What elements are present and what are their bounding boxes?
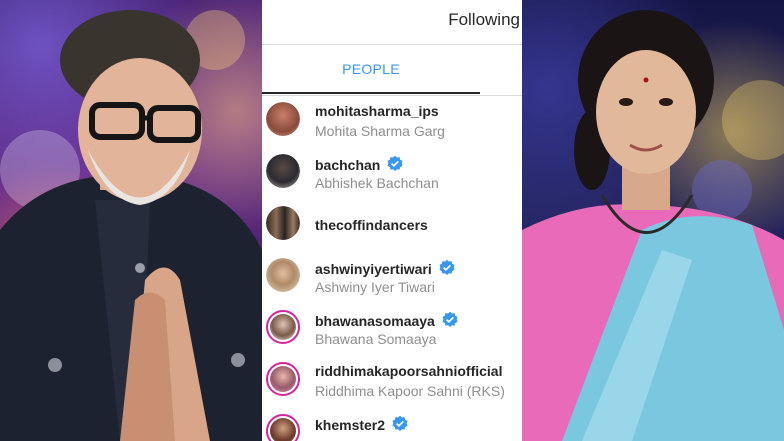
username[interactable]: mohitasharma_ips <box>315 103 439 119</box>
list-item[interactable]: thecoffindancers <box>262 199 522 251</box>
list-item[interactable]: khemster2 <box>262 407 522 441</box>
tab-people[interactable]: PEOPLE <box>262 45 480 94</box>
full-name: Riddhima Kapoor Sahni (RKS) <box>315 383 505 399</box>
username[interactable]: khemster2 <box>315 415 409 433</box>
avatar[interactable] <box>266 102 300 136</box>
following-panel: Following PEOPLE mohitasharma_ips Mohita… <box>262 0 522 441</box>
verified-badge-icon <box>439 259 455 276</box>
avatar[interactable] <box>266 206 300 240</box>
list-item[interactable]: mohitasharma_ips Mohita Sharma Garg <box>262 95 522 147</box>
following-list: mohitasharma_ips Mohita Sharma Garg bach… <box>262 95 522 441</box>
username[interactable]: riddhimakapoorsahniofficial <box>315 363 502 379</box>
left-photo <box>0 0 262 441</box>
verified-badge-icon <box>392 415 408 432</box>
page-title: Following <box>448 10 520 29</box>
full-name: Mohita Sharma Garg <box>315 123 445 139</box>
avatar[interactable] <box>266 154 300 188</box>
full-name: Bhawana Somaaya <box>315 331 437 347</box>
verified-badge-icon <box>442 311 458 328</box>
username[interactable]: ashwinyiyertiwari <box>315 259 456 277</box>
header: Following <box>262 0 522 45</box>
tab-bar: PEOPLE <box>262 45 522 96</box>
list-item[interactable]: ashwinyiyertiwari Ashwiny Iyer Tiwari <box>262 251 522 303</box>
right-photo <box>522 0 784 441</box>
full-name: Ashwiny Iyer Tiwari <box>315 279 435 295</box>
verified-badge-icon <box>387 155 403 172</box>
list-item[interactable]: riddhimakapoorsahniofficial Riddhima Kap… <box>262 355 522 407</box>
avatar[interactable] <box>266 310 300 344</box>
username[interactable]: bhawanasomaaya <box>315 311 459 329</box>
avatar[interactable] <box>266 414 300 441</box>
list-item[interactable]: bachchan Abhishek Bachchan <box>262 147 522 199</box>
avatar[interactable] <box>266 258 300 292</box>
username[interactable]: thecoffindancers <box>315 217 428 233</box>
full-name: Abhishek Bachchan <box>315 175 439 191</box>
avatar[interactable] <box>266 362 300 396</box>
username[interactable]: bachchan <box>315 155 404 173</box>
list-item[interactable]: bhawanasomaaya Bhawana Somaaya <box>262 303 522 355</box>
